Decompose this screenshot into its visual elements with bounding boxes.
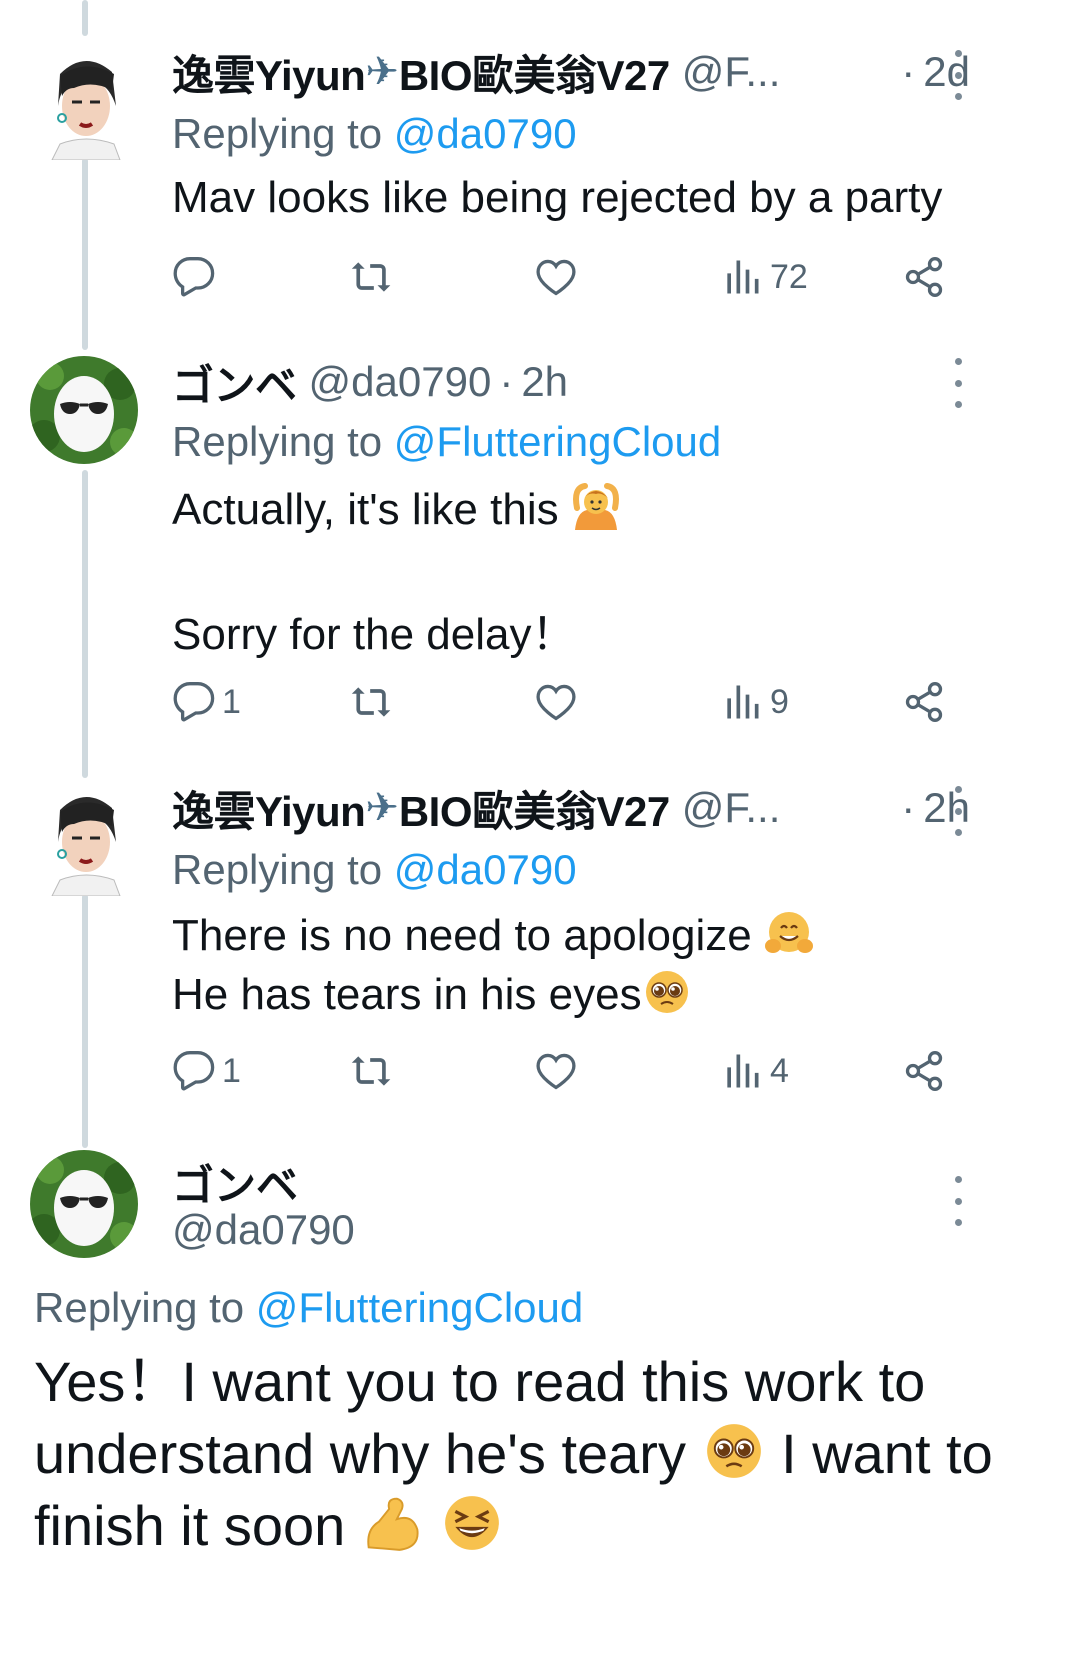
replying-to: Replying to @FlutteringCloud	[172, 418, 722, 465]
separator-dot: ·	[901, 48, 916, 95]
action-bar: 72	[172, 252, 1002, 302]
reply-mention-link[interactable]: @FlutteringCloud	[256, 1284, 583, 1331]
reply-button[interactable]: 1	[172, 1046, 241, 1096]
like-icon	[536, 259, 576, 296]
share-button[interactable]	[902, 252, 946, 302]
avatar[interactable]	[30, 780, 140, 896]
tweet-text-line: There is no need to apologize	[172, 908, 814, 961]
avatar[interactable]	[30, 356, 138, 464]
egg-with-sunglasses-avatar-icon	[30, 1150, 138, 1258]
views-count: 4	[770, 1051, 789, 1090]
like-button[interactable]	[534, 677, 578, 727]
more-options-icon[interactable]	[948, 1176, 968, 1226]
pleading-face-emoji	[702, 1419, 766, 1483]
action-bar: 1 4	[172, 1046, 1002, 1096]
views-count: 9	[770, 682, 789, 721]
grinning-squinting-face-emoji	[440, 1491, 504, 1555]
display-name[interactable]: 逸雲Yiyun	[172, 42, 366, 103]
display-name[interactable]: ゴンベ	[172, 352, 297, 413]
tweet-header: 逸雲Yiyun ✈ BIO歐美翁V27 @F... · 2h	[172, 778, 970, 838]
views-button[interactable]: 4	[720, 1046, 789, 1096]
handle[interactable]: @F...	[682, 48, 781, 96]
pleading-face-emoji	[642, 967, 692, 1017]
more-options-icon[interactable]	[948, 358, 968, 408]
tweet-text-line: He has tears in his eyes	[172, 967, 692, 1020]
display-name-suffix[interactable]: BIO歐美翁V27	[399, 42, 670, 103]
views-count: 72	[770, 257, 808, 296]
views-icon	[727, 1054, 759, 1088]
more-options-icon[interactable]	[948, 50, 968, 100]
tweet-text: Yes！I want you to read this work to unde…	[34, 1350, 993, 1557]
replying-to: Replying to @FlutteringCloud	[34, 1284, 584, 1331]
views-button[interactable]: 72	[720, 252, 808, 302]
reply-mention-link[interactable]: @da0790	[394, 846, 577, 893]
thread-line	[82, 894, 88, 1148]
egg-with-sunglasses-avatar-icon	[30, 356, 138, 464]
views-icon	[727, 260, 759, 294]
reply-mention-link[interactable]: @FlutteringCloud	[394, 418, 721, 465]
thread-line	[82, 0, 88, 36]
avatar[interactable]	[30, 44, 140, 160]
reply-icon	[173, 1051, 215, 1091]
reply-button[interactable]: 1	[172, 677, 241, 727]
share-icon	[905, 1051, 943, 1091]
tweet-header: ゴンベ @da0790 · 2h	[172, 352, 970, 412]
reply-mention-link[interactable]: @da0790	[394, 110, 577, 157]
share-icon	[905, 682, 943, 722]
handle[interactable]: @da0790	[172, 1206, 355, 1254]
reply-icon	[173, 682, 215, 722]
like-button[interactable]	[534, 252, 578, 302]
tweet-text: Mav looks like being rejected by a party	[172, 173, 943, 222]
repost-button[interactable]	[350, 1046, 394, 1096]
airplane-emoji: ✈	[365, 786, 399, 830]
thread-line	[82, 470, 88, 778]
display-name[interactable]: 逸雲Yiyun	[172, 778, 366, 839]
airplane-emoji: ✈	[365, 50, 399, 94]
like-icon	[536, 1053, 576, 1090]
share-icon	[905, 257, 943, 297]
repost-icon	[351, 262, 391, 292]
reply-button[interactable]	[172, 252, 216, 302]
replying-to: Replying to @da0790	[172, 110, 577, 157]
illustrated-face-avatar-icon	[30, 44, 140, 160]
replying-to: Replying to @da0790	[172, 846, 577, 893]
display-name[interactable]: ゴンベ	[172, 1152, 298, 1213]
timestamp[interactable]: 2h	[521, 358, 568, 406]
reply-icon	[173, 257, 215, 297]
reply-count: 1	[222, 1051, 241, 1090]
like-button[interactable]	[534, 1046, 578, 1096]
repost-icon	[351, 1056, 391, 1086]
action-bar: 1 9	[172, 677, 1002, 727]
separator-dot: ·	[499, 358, 514, 405]
tweet-header: 逸雲Yiyun ✈ BIO歐美翁V27 @F... · 2d	[172, 42, 970, 102]
views-icon	[727, 685, 759, 719]
reply-count: 1	[222, 682, 241, 721]
avatar[interactable]	[30, 1150, 138, 1258]
repost-button[interactable]	[350, 677, 394, 727]
separator-dot: ·	[901, 784, 916, 831]
thread-line	[82, 158, 88, 350]
illustrated-face-avatar-icon	[30, 780, 140, 896]
tweet-text-line: Actually, it's like this	[172, 482, 621, 535]
person-gesturing-ok-emoji	[571, 482, 621, 532]
like-icon	[536, 684, 576, 721]
tweet-text-line: Sorry for the delay！	[172, 610, 576, 659]
repost-icon	[351, 687, 391, 717]
share-button[interactable]	[902, 1046, 946, 1096]
more-options-icon[interactable]	[948, 786, 968, 836]
handle[interactable]: @F...	[682, 784, 781, 832]
hugging-face-emoji	[764, 908, 814, 958]
display-name-suffix[interactable]: BIO歐美翁V27	[399, 778, 670, 839]
repost-button[interactable]	[350, 252, 394, 302]
share-button[interactable]	[902, 677, 946, 727]
views-button[interactable]: 9	[720, 677, 789, 727]
flexed-biceps-emoji	[361, 1491, 425, 1555]
handle[interactable]: @da0790	[309, 358, 492, 406]
